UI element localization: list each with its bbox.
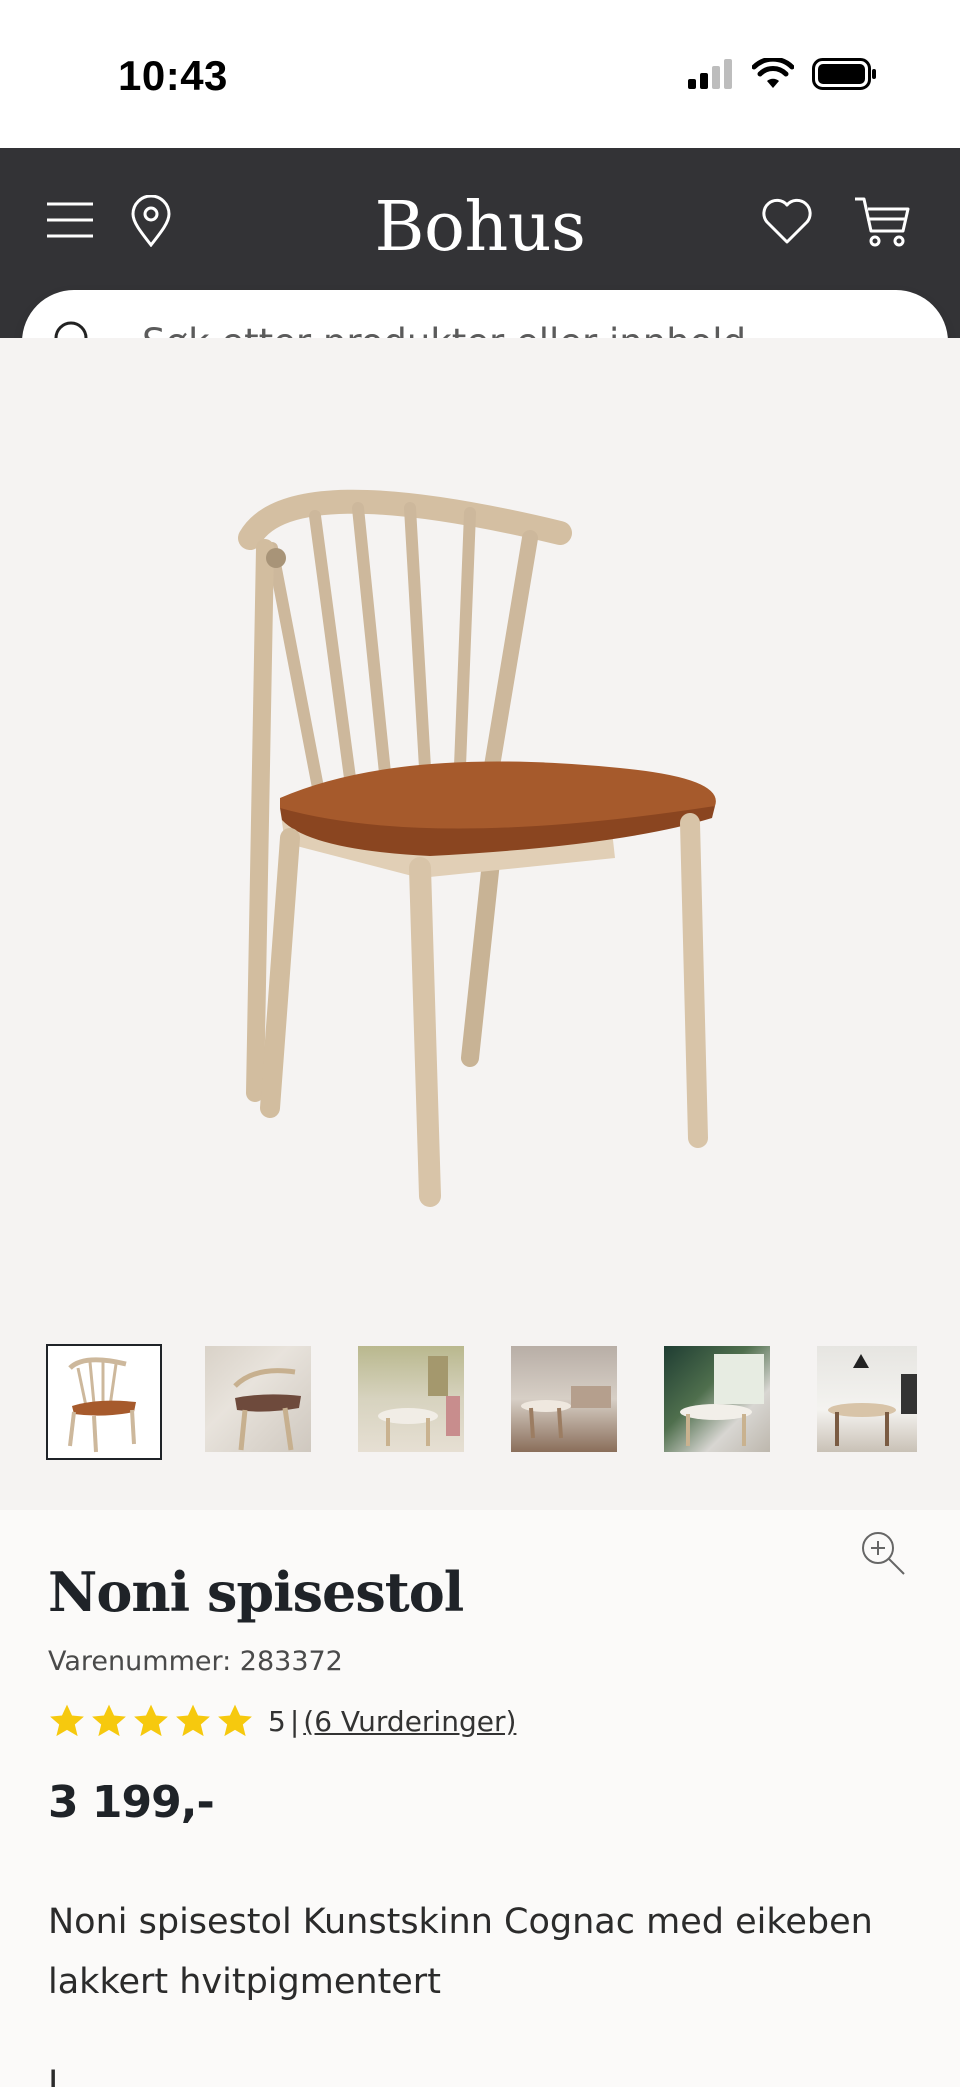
star-icon <box>134 1704 168 1737</box>
next-section-heading: L... <box>48 2064 101 2087</box>
brand-logo[interactable]: Bohus <box>0 188 960 267</box>
rating-value: 5 <box>268 1704 286 1738</box>
rating-row: 5 | (6 Vurderinger) <box>48 1703 918 1739</box>
product-description: Noni spisestol Kunstskinn Cognac med eik… <box>48 1902 873 2002</box>
product-price: 3 199,- <box>48 1777 215 1828</box>
rating-separator: | <box>289 1704 300 1738</box>
wishlist-button[interactable] <box>760 196 814 246</box>
star-icon <box>176 1704 210 1737</box>
product-sku: Varenummer: 283372 <box>48 1646 343 1677</box>
star-icon <box>218 1704 252 1737</box>
cart-icon <box>855 197 910 247</box>
thumbnail-6[interactable] <box>817 1346 917 1452</box>
star-icon <box>92 1704 126 1737</box>
wifi-icon <box>752 58 794 88</box>
product-info: Noni spisestol Varenummer: 283372 5 | (6… <box>48 1560 918 2012</box>
heart-icon <box>762 198 812 244</box>
main-product-image[interactable] <box>200 478 760 1218</box>
cart-button[interactable] <box>852 194 912 250</box>
thumbnail-3[interactable] <box>358 1346 464 1452</box>
thumbnail-strip <box>0 1344 960 1460</box>
product-title: Noni spisestol <box>48 1560 464 1624</box>
status-time: 10:43 <box>118 52 228 99</box>
reviews-link[interactable]: (6 Vurderinger) <box>303 1705 516 1738</box>
thumbnail-5[interactable] <box>664 1346 770 1452</box>
cellular-signal-icon <box>688 59 732 89</box>
thumbnail-2[interactable] <box>205 1346 311 1452</box>
thumbnail-4[interactable] <box>511 1346 617 1452</box>
status-bar: 10:43 <box>0 0 960 148</box>
star-rating <box>48 1703 254 1739</box>
star-icon <box>50 1704 84 1737</box>
product-gallery <box>0 338 960 1575</box>
battery-icon <box>812 58 876 90</box>
status-icons <box>688 58 878 90</box>
thumbnail-1[interactable] <box>46 1344 162 1460</box>
